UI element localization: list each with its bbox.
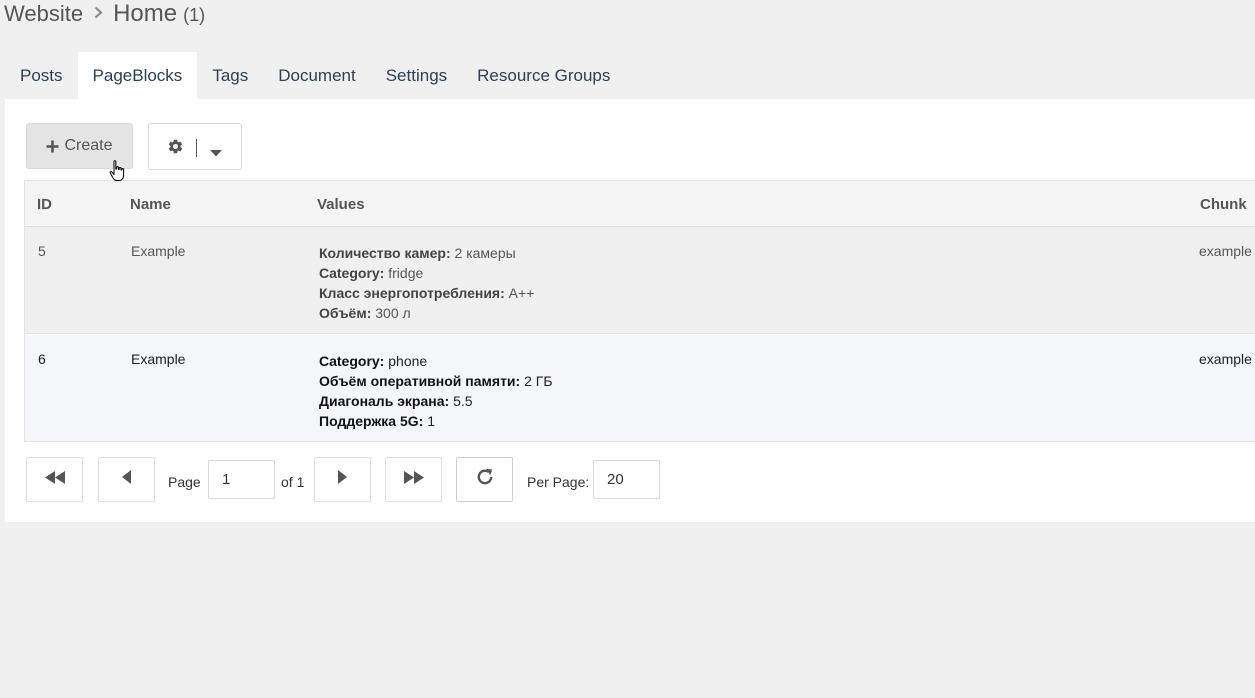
last-page-icon — [403, 470, 424, 489]
value-line: Category: fridge — [319, 265, 424, 281]
tab-bar: Posts PageBlocks Tags Document Settings … — [5, 52, 625, 99]
first-page-icon — [44, 470, 65, 489]
value-line: Класс энергопотребления: A++ — [319, 285, 535, 301]
column-header-id[interactable]: ID — [37, 181, 52, 227]
page-label: Page — [168, 474, 201, 490]
create-button[interactable]: Create — [26, 123, 133, 169]
value-line: Поддержка 5G: 1 — [319, 413, 435, 429]
per-page-label: Per Page: — [527, 474, 590, 490]
per-page-input[interactable] — [593, 460, 660, 499]
next-page-icon — [338, 470, 347, 489]
next-page-button[interactable] — [314, 457, 371, 502]
page-title: Home — [113, 0, 178, 27]
page-count-badge: (1) — [183, 5, 206, 25]
row-id: 5 — [38, 243, 46, 259]
value-line: Количество камер: 2 камеры — [319, 245, 516, 261]
previous-page-icon — [122, 470, 131, 489]
breadcrumb-separator-icon — [94, 6, 103, 19]
row-name: Example — [131, 243, 186, 259]
button-divider — [196, 139, 197, 157]
tab-posts[interactable]: Posts — [5, 52, 78, 99]
breadcrumb-website-link[interactable]: Website — [4, 1, 83, 27]
breadcrumb: Website Home (1) — [4, 0, 205, 30]
page-total-label: of 1 — [281, 474, 305, 490]
previous-page-button[interactable] — [98, 457, 155, 502]
tab-pageblocks[interactable]: PageBlocks — [77, 52, 198, 99]
main-panel: Create ID Name Values Chunk 5 Example Ко… — [5, 99, 1255, 522]
row-values: Category: phone Объём оперативной памяти… — [319, 351, 553, 431]
settings-menu-button[interactable] — [148, 123, 242, 170]
tab-tags[interactable]: Tags — [197, 52, 263, 99]
column-header-name[interactable]: Name — [130, 181, 171, 227]
value-line: Category: phone — [319, 353, 428, 369]
tab-resource-groups[interactable]: Resource Groups — [462, 52, 625, 99]
page-number-input[interactable] — [208, 460, 275, 499]
first-page-button[interactable] — [26, 457, 83, 502]
row-values: Количество камер: 2 камеры Category: fri… — [319, 243, 534, 323]
row-name: Example — [131, 351, 186, 367]
pageblocks-grid: ID Name Values Chunk 5 Example Количеств… — [24, 180, 1255, 442]
refresh-button[interactable] — [456, 457, 513, 502]
row-id: 6 — [38, 351, 46, 367]
refresh-icon — [475, 467, 495, 492]
table-row[interactable]: 5 Example Количество камер: 2 камеры Cat… — [25, 227, 1255, 334]
column-header-values[interactable]: Values — [317, 181, 365, 227]
column-header-chunk[interactable]: Chunk — [1200, 181, 1247, 227]
value-line: Диагональ экрана: 5.5 — [319, 393, 473, 409]
table-row[interactable]: 6 Example Category: phone Объём оператив… — [25, 335, 1255, 441]
value-line: Объём оперативной памяти: 2 ГБ — [319, 373, 553, 389]
caret-down-icon — [210, 144, 222, 162]
row-chunk: example — [1199, 243, 1252, 259]
last-page-button[interactable] — [385, 457, 442, 502]
create-button-label: Create — [64, 137, 113, 154]
gear-icon — [167, 138, 184, 160]
row-chunk: example — [1199, 351, 1252, 367]
value-line: Объём: 300 л — [319, 305, 411, 321]
tab-settings[interactable]: Settings — [371, 52, 462, 99]
tab-document[interactable]: Document — [263, 52, 370, 99]
grid-header: ID Name Values Chunk — [25, 181, 1255, 227]
plus-icon — [46, 140, 59, 153]
